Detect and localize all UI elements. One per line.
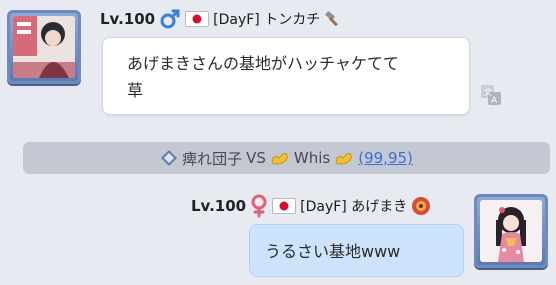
- message-header-tonkachi: Lv.100 [DayF] トンカチ: [100, 6, 342, 32]
- japan-flag-icon: [272, 198, 297, 214]
- female-symbol-icon: [250, 194, 268, 218]
- message-line: 草: [127, 81, 144, 100]
- male-symbol-icon: [159, 8, 181, 30]
- message-header-agemaki: Lv.100 [DayF] あげまき: [191, 193, 431, 219]
- anime-character-avatar-icon: [13, 16, 75, 78]
- shrine-emblem-icon: [411, 196, 431, 216]
- level-label: Lv.100: [100, 10, 156, 28]
- svg-text:A: A: [491, 96, 498, 106]
- japan-flag-icon: [185, 11, 210, 27]
- vs-label: VS: [246, 149, 266, 167]
- message-bubble-tonkachi: あげまきさんの基地がハッチャケてて 草: [102, 37, 470, 115]
- diamond-emblem-icon: [160, 149, 178, 167]
- message-line: うるさい基地www: [265, 242, 401, 261]
- level-label: Lv.100: [191, 197, 247, 215]
- avatar-tonkachi[interactable]: [7, 10, 81, 84]
- player-name[interactable]: [DayF] トンカチ: [213, 9, 320, 29]
- flexed-arm-icon: [334, 149, 354, 167]
- message-bubble-agemaki: うるさい基地www: [249, 224, 464, 277]
- hammer-icon: [324, 10, 342, 28]
- attacker-name[interactable]: 痺れ団子: [182, 148, 242, 169]
- coordinates-link[interactable]: (99,95): [358, 149, 413, 167]
- avatar-agemaki[interactable]: [474, 194, 548, 268]
- translate-icon[interactable]: 文 A: [479, 83, 503, 107]
- message-line: あげまきさんの基地がハッチャケてて: [127, 54, 399, 73]
- defender-name[interactable]: Whis: [294, 149, 330, 167]
- anime-girl-kimono-avatar-icon: [480, 200, 542, 262]
- battle-notice: 痺れ団子 VS Whis (99,95): [23, 142, 550, 174]
- player-name[interactable]: [DayF] あげまき: [300, 196, 407, 216]
- flexed-arm-icon: [270, 149, 290, 167]
